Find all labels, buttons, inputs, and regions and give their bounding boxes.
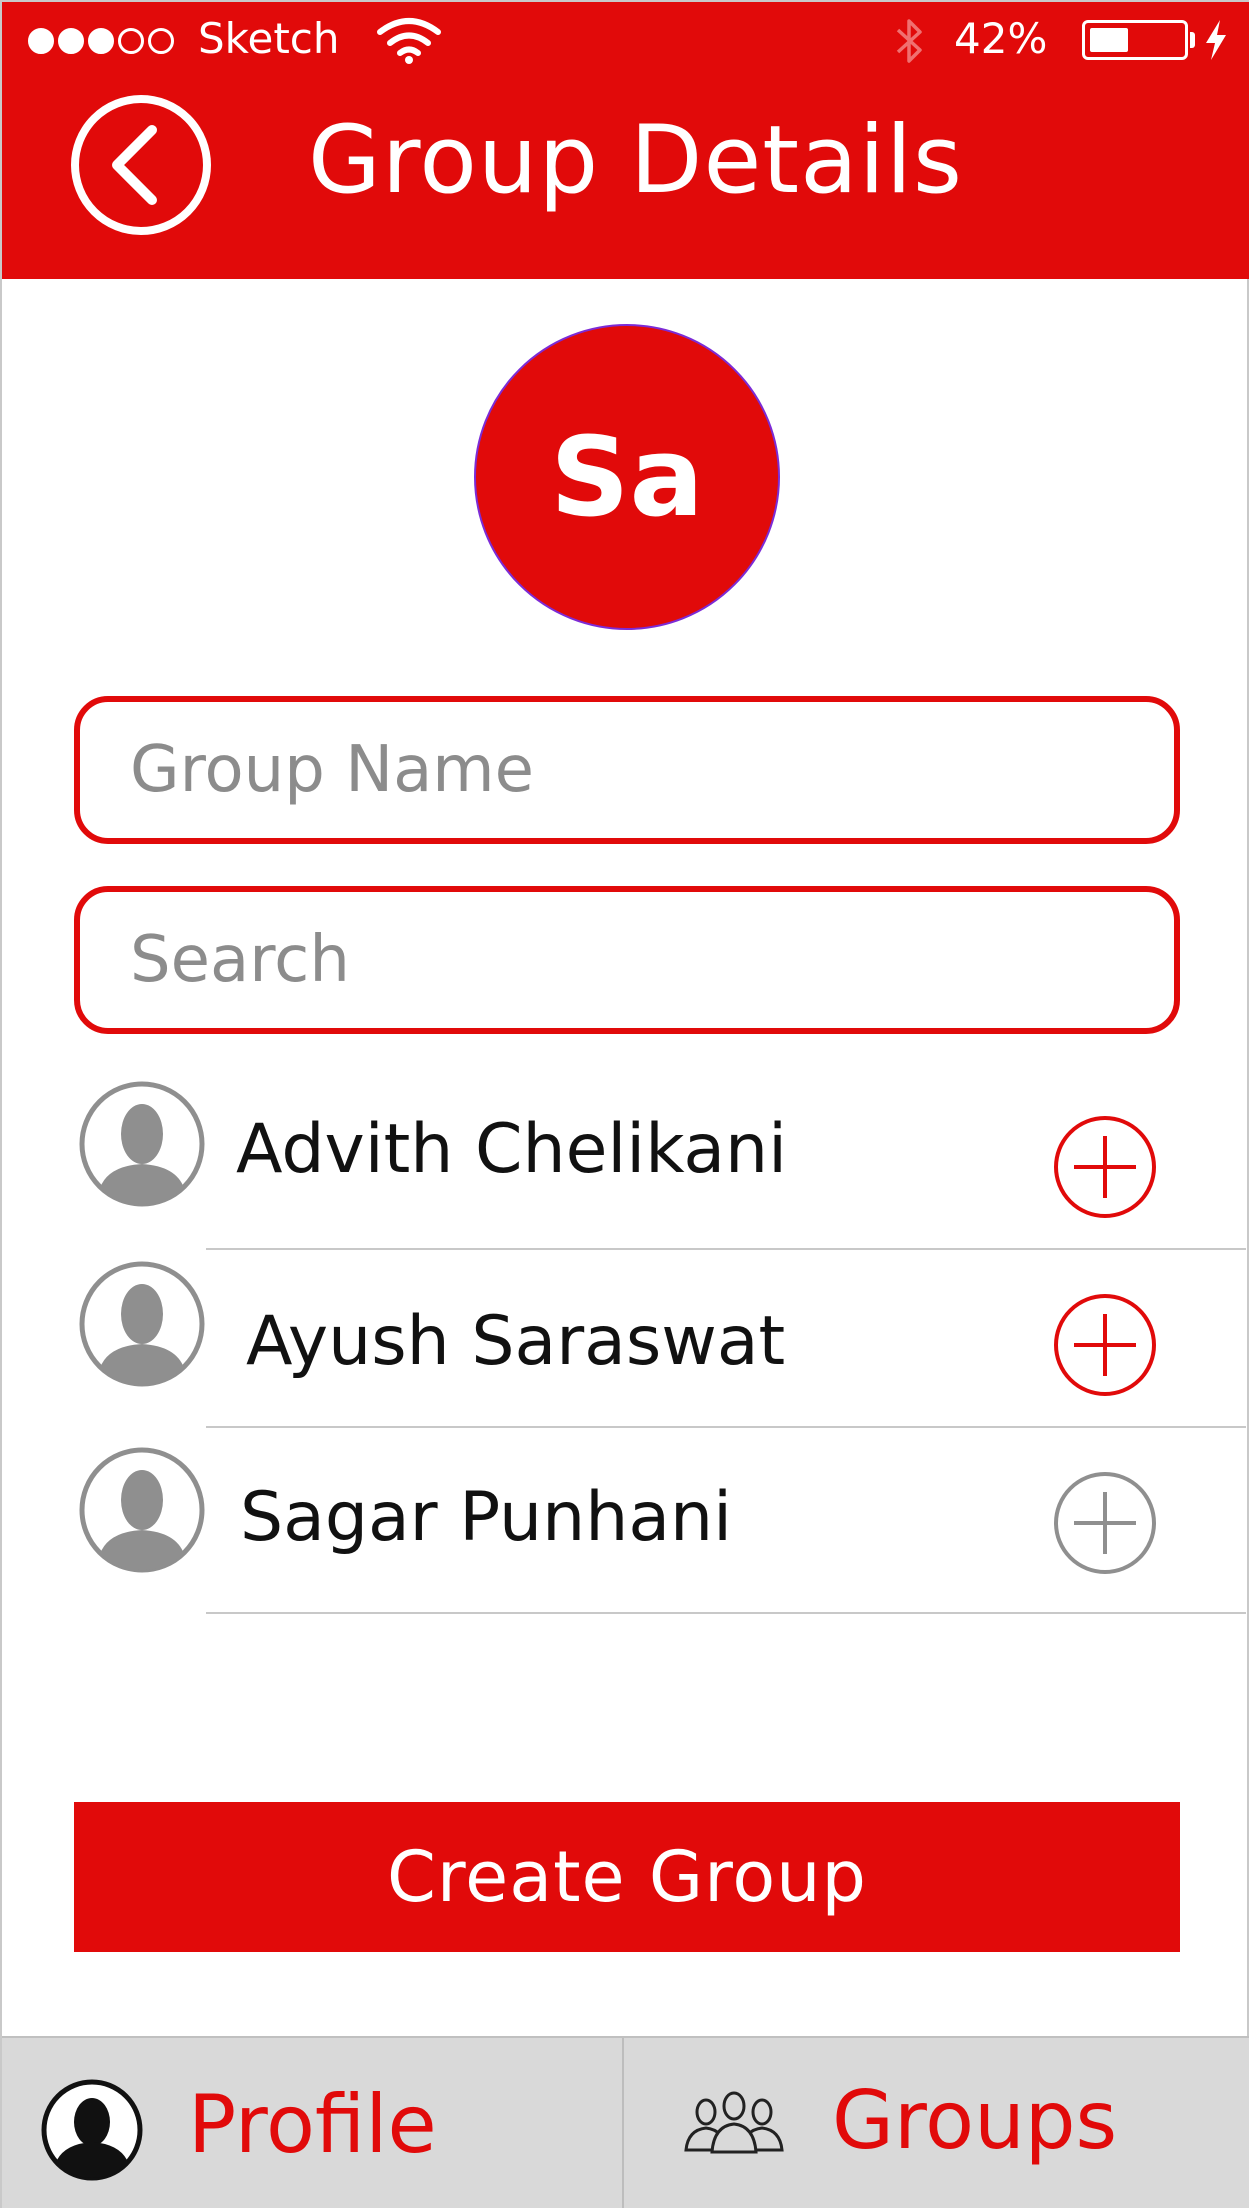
profile-icon bbox=[41, 2079, 143, 2181]
group-name-field[interactable] bbox=[74, 696, 1180, 844]
contact-avatar-icon bbox=[79, 1261, 205, 1387]
header-bar: Sketch 42% Group Details bbox=[2, 2, 1249, 279]
contact-avatar-icon bbox=[79, 1447, 205, 1573]
contact-name: Ayush Saraswat bbox=[246, 1302, 786, 1381]
tab-groups-label: Groups bbox=[832, 2074, 1118, 2167]
status-bar: Sketch 42% bbox=[2, 2, 1249, 78]
row-divider bbox=[206, 1612, 1246, 1614]
contact-row[interactable]: Ayush Saraswat bbox=[2, 1242, 1249, 1422]
group-avatar-initials: Sa bbox=[550, 413, 704, 541]
battery-icon bbox=[1082, 20, 1188, 60]
add-contact-button[interactable] bbox=[1052, 1470, 1158, 1576]
signal-dot bbox=[28, 28, 54, 54]
tab-profile-label: Profile bbox=[188, 2078, 437, 2171]
battery-level bbox=[1090, 28, 1128, 52]
tab-profile[interactable]: Profile bbox=[2, 2038, 624, 2208]
add-contact-button[interactable] bbox=[1052, 1292, 1158, 1398]
tab-bar: Profile Groups bbox=[2, 2036, 1249, 2208]
signal-dot bbox=[88, 28, 114, 54]
contact-name: Sagar Punhani bbox=[240, 1478, 733, 1557]
group-avatar[interactable]: Sa bbox=[474, 324, 780, 630]
search-field[interactable] bbox=[74, 886, 1180, 1034]
add-contact-button[interactable] bbox=[1052, 1114, 1158, 1220]
create-group-label: Create Group bbox=[387, 1836, 867, 1918]
signal-dot bbox=[148, 28, 174, 54]
contact-name: Advith Chelikani bbox=[236, 1110, 788, 1189]
page-title: Group Details bbox=[308, 106, 963, 215]
groups-icon bbox=[684, 2091, 784, 2154]
signal-strength-icon bbox=[28, 28, 174, 54]
carrier-name: Sketch bbox=[198, 14, 340, 63]
signal-dot bbox=[58, 28, 84, 54]
group-name-input[interactable] bbox=[80, 702, 1174, 838]
battery-percent: 42% bbox=[954, 14, 1048, 63]
search-input[interactable] bbox=[80, 892, 1174, 1028]
back-button[interactable] bbox=[70, 94, 212, 236]
app-screen: Sketch 42% Group Details Sa Group Name S… bbox=[0, 0, 1249, 2208]
signal-dot bbox=[118, 28, 144, 54]
charging-bolt-icon bbox=[1206, 20, 1226, 60]
bluetooth-icon bbox=[896, 19, 922, 63]
create-group-button[interactable]: Create Group bbox=[74, 1802, 1180, 1952]
tab-groups[interactable]: Groups bbox=[626, 2038, 1249, 2208]
wifi-icon bbox=[377, 18, 441, 64]
contact-row[interactable]: Advith Chelikani bbox=[2, 1060, 1249, 1240]
contact-avatar-icon bbox=[79, 1081, 205, 1207]
contact-row[interactable]: Sagar Punhani bbox=[2, 1420, 1249, 1600]
battery-nub bbox=[1190, 32, 1195, 48]
